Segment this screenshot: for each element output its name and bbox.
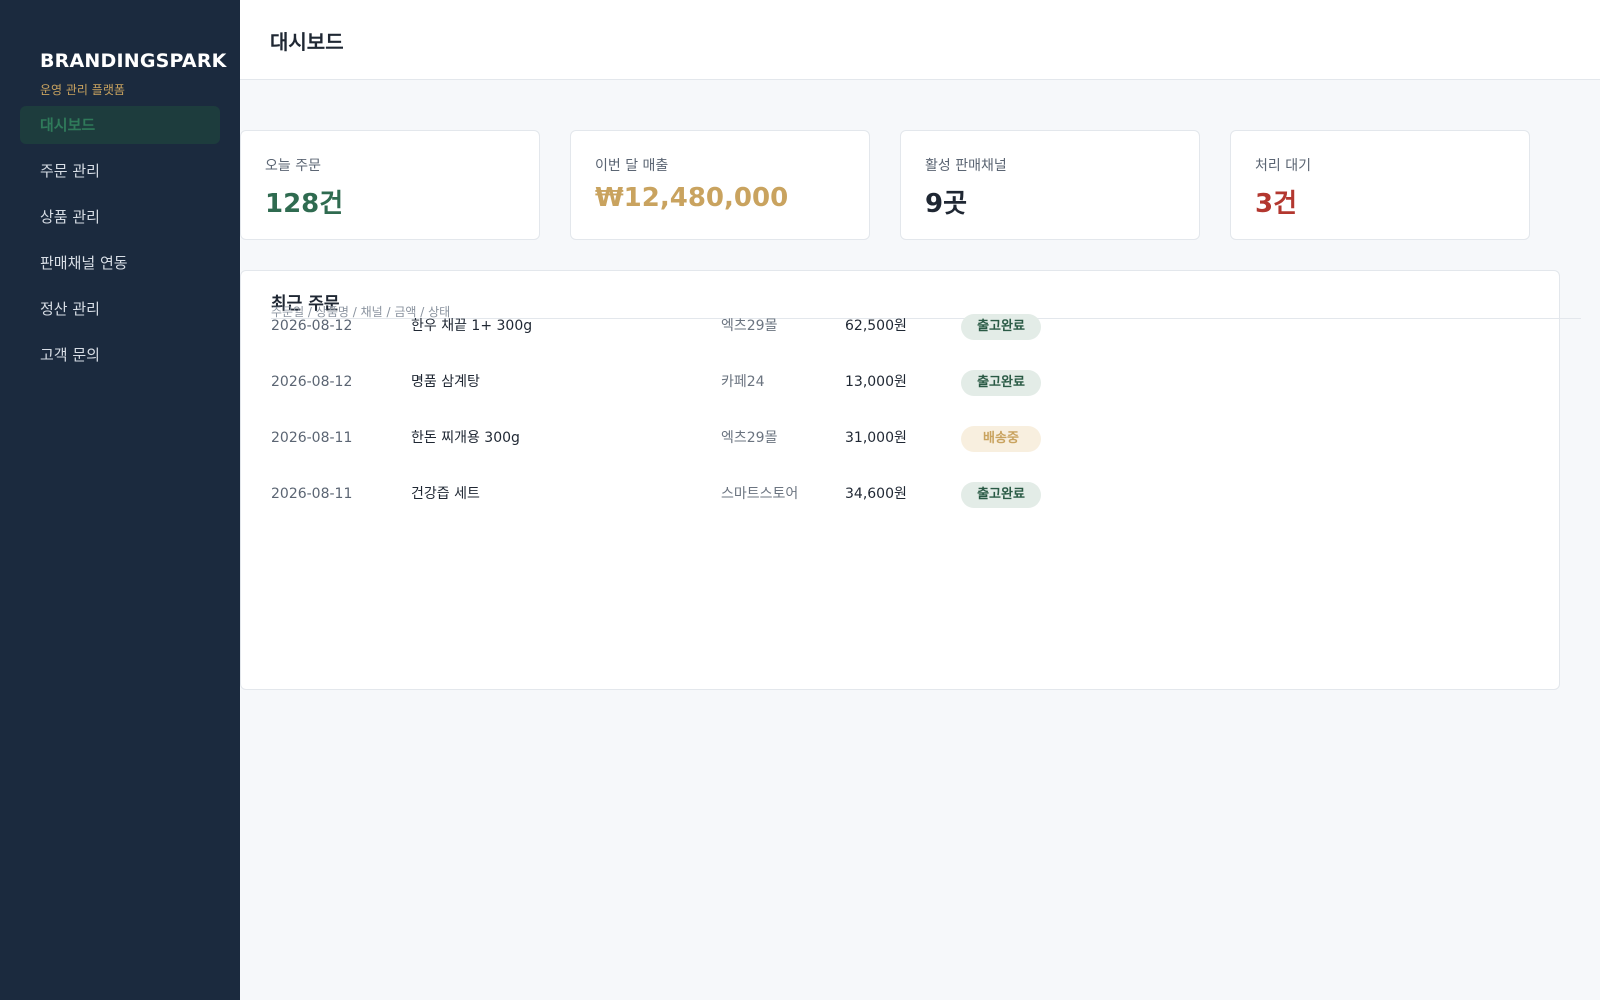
order-date: 2026-08-11 bbox=[271, 430, 353, 446]
stat-card-monthly-sales: 이번 달 매출 ₩12,480,000 bbox=[570, 130, 870, 240]
stat-label: 이번 달 매출 bbox=[595, 158, 669, 174]
status-badge: 출고완료 bbox=[961, 370, 1041, 396]
sidebar-item-products[interactable]: 상품 관리 bbox=[20, 198, 220, 236]
stat-label: 오늘 주문 bbox=[265, 158, 321, 174]
order-product-name: 건강즙 세트 bbox=[411, 486, 480, 502]
order-product-name: 한우 채끝 1+ 300g bbox=[411, 318, 533, 334]
order-channel: 카페24 bbox=[721, 374, 765, 390]
sidebar-item-channels[interactable]: 판매채널 연동 bbox=[20, 244, 220, 282]
sidebar-nav: 대시보드 주문 관리 상품 관리 판매채널 연동 정산 관리 고객 문의 bbox=[20, 106, 220, 382]
stat-label: 활성 판매채널 bbox=[925, 158, 1007, 174]
sidebar-item-inquiries[interactable]: 고객 문의 bbox=[20, 336, 220, 374]
brand-logo: BRANDINGSPARK bbox=[40, 50, 227, 72]
status-badge: 배송중 bbox=[961, 426, 1041, 452]
table-row[interactable]: 2026-08-12 명품 삼계탕 카페24 13,000원 출고완료 bbox=[241, 367, 1561, 397]
stat-card-active-channels: 활성 판매채널 9곳 bbox=[900, 130, 1200, 240]
stat-label: 처리 대기 bbox=[1255, 158, 1311, 174]
stat-card-pending: 처리 대기 3건 bbox=[1230, 130, 1530, 240]
order-product-name: 한돈 찌개용 300g bbox=[411, 430, 520, 446]
order-date: 2026-08-12 bbox=[271, 374, 353, 390]
sidebar: BRANDINGSPARK 운영 관리 플랫폼 대시보드 주문 관리 상품 관리… bbox=[0, 0, 240, 1000]
table-row[interactable]: 2026-08-11 한돈 찌개용 300g 엑츠29몰 31,000원 배송중 bbox=[241, 423, 1561, 453]
order-channel: 스마트스토어 bbox=[721, 486, 799, 502]
stat-value: ₩12,480,000 bbox=[595, 183, 789, 213]
order-channel: 엑츠29몰 bbox=[721, 318, 778, 334]
recent-orders-panel: 최근 주문 주문일 / 상품명 / 채널 / 금액 / 상태 2026-08-1… bbox=[240, 270, 1581, 690]
stat-value: 3건 bbox=[1255, 189, 1298, 219]
table-row[interactable]: 2026-08-12 한우 채끝 1+ 300g 엑츠29몰 62,500원 출… bbox=[241, 311, 1561, 341]
sidebar-item-dashboard[interactable]: 대시보드 bbox=[20, 106, 220, 144]
status-badge: 출고완료 bbox=[961, 314, 1041, 340]
sidebar-item-orders[interactable]: 주문 관리 bbox=[20, 152, 220, 190]
sidebar-item-settlement[interactable]: 정산 관리 bbox=[20, 290, 220, 328]
order-amount: 62,500원 bbox=[845, 318, 907, 334]
top-header: 대시보드 bbox=[240, 0, 1600, 80]
stat-card-today-orders: 오늘 주문 128건 bbox=[240, 130, 540, 240]
app-root: BRANDINGSPARK 운영 관리 플랫폼 대시보드 주문 관리 상품 관리… bbox=[0, 0, 1600, 1000]
order-amount: 13,000원 bbox=[845, 374, 907, 390]
order-amount: 31,000원 bbox=[845, 430, 907, 446]
order-product-name: 명품 삼계탕 bbox=[411, 374, 480, 390]
order-channel: 엑츠29몰 bbox=[721, 430, 778, 446]
status-badge: 출고완료 bbox=[961, 482, 1041, 508]
page-title: 대시보드 bbox=[270, 30, 344, 54]
stat-value: 9곳 bbox=[925, 189, 968, 219]
table-row[interactable]: 2026-08-11 건강즙 세트 스마트스토어 34,600원 출고완료 bbox=[241, 479, 1561, 509]
order-date: 2026-08-11 bbox=[271, 486, 353, 502]
stat-value: 128건 bbox=[265, 189, 344, 219]
brand-subtitle: 운영 관리 플랫폼 bbox=[40, 83, 125, 97]
order-date: 2026-08-12 bbox=[271, 318, 353, 334]
order-amount: 34,600원 bbox=[845, 486, 907, 502]
